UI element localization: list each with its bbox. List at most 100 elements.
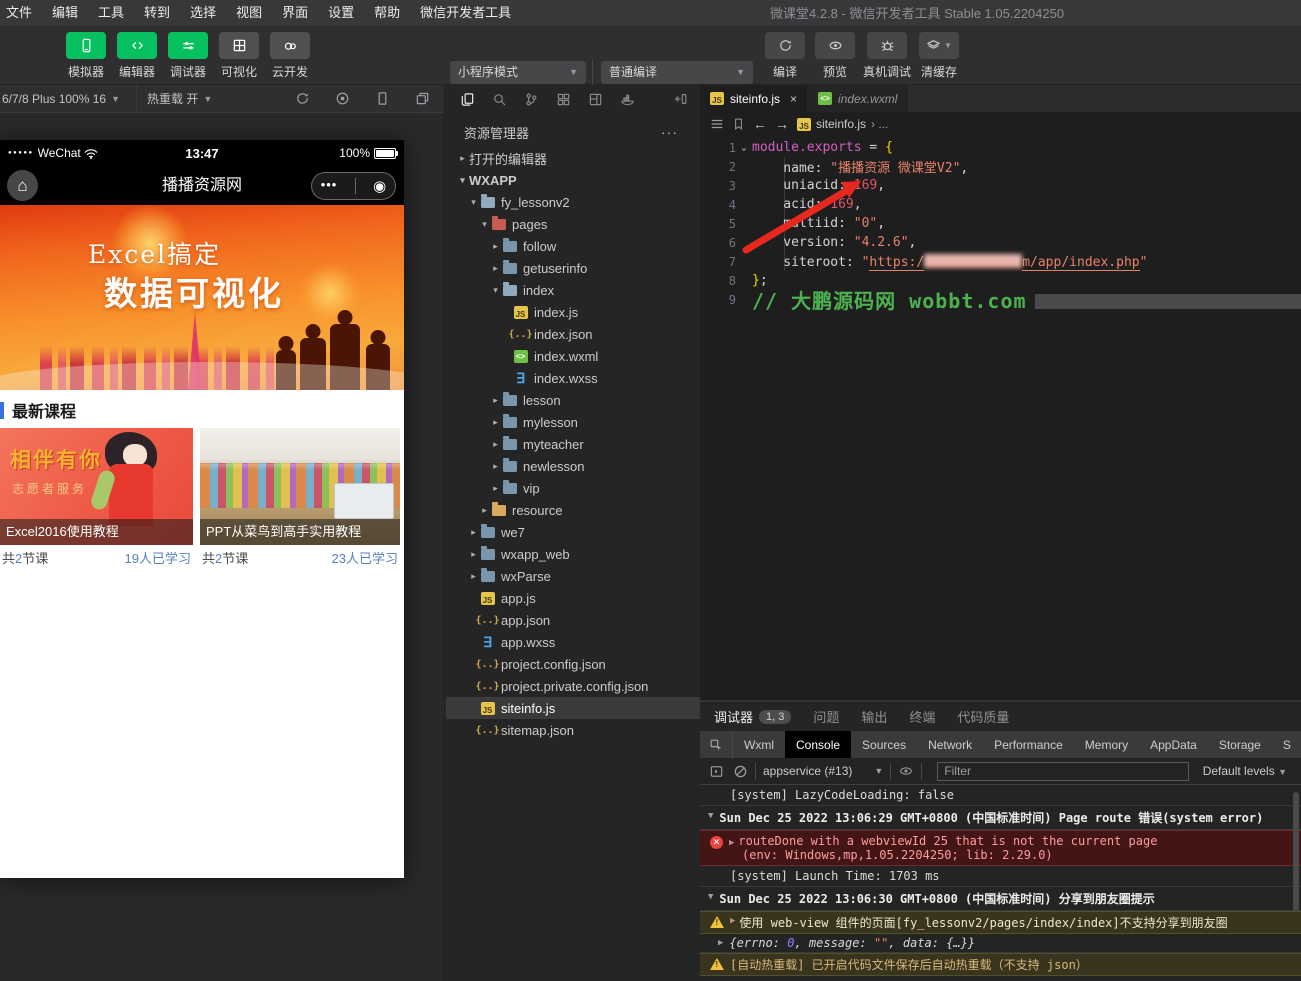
panel-tab-终端[interactable]: 终端 bbox=[909, 707, 935, 726]
action-button-真机调试[interactable]: 真机调试 bbox=[863, 32, 911, 80]
tree-item-getuserinfo[interactable]: ▸getuserinfo bbox=[446, 257, 700, 279]
log-group[interactable]: ▼Sun Dec 25 2022 13:06:30 GMT+0800 (中国标准… bbox=[700, 887, 1301, 911]
tree-item-project.config.json[interactable]: {..}project.config.json bbox=[446, 653, 700, 675]
log-group[interactable]: ▼Sun Dec 25 2022 13:06:29 GMT+0800 (中国标准… bbox=[700, 806, 1301, 830]
course-card[interactable]: PPT从菜鸟到高手实用教程 共2节课 23人已学习 bbox=[200, 428, 400, 569]
menu-item-设置[interactable]: 设置 bbox=[318, 0, 364, 26]
more-icon[interactable]: ••• bbox=[321, 177, 338, 192]
device-selector[interactable]: 6/7/8 Plus 100% 16 bbox=[2, 92, 106, 106]
back-icon[interactable]: ← bbox=[753, 116, 767, 132]
log-warning[interactable]: ▶使用 web-view 组件的页面[fy_lessonv2/pages/ind… bbox=[700, 911, 1301, 934]
panel-tab-代码质量[interactable]: 代码质量 bbox=[957, 707, 1009, 726]
menu-item-文件[interactable]: 文件 bbox=[0, 0, 42, 26]
outline-icon[interactable] bbox=[710, 117, 724, 131]
collapse-sidebar-icon[interactable] bbox=[674, 92, 688, 106]
panel-tab-输出[interactable]: 输出 bbox=[861, 707, 887, 726]
log-object[interactable]: ▶{errno: 0, message: "", data: {…}} bbox=[700, 934, 1301, 953]
menu-item-转到[interactable]: 转到 bbox=[134, 0, 180, 26]
code-area[interactable]: 1⌄module.exports = {2 name: "播播资源 微课堂V2"… bbox=[700, 138, 1301, 309]
menu-item-界面[interactable]: 界面 bbox=[272, 0, 318, 26]
course-card[interactable]: 相伴有你 志愿者服务 Excel2016使用教程 共2节课 19人已学习 bbox=[0, 428, 193, 569]
devtools-tab-Console[interactable]: Console bbox=[785, 731, 851, 758]
tree-item-app.wxss[interactable]: ∃app.wxss bbox=[446, 631, 700, 653]
menu-item-工具[interactable]: 工具 bbox=[88, 0, 134, 26]
tree-item-follow[interactable]: ▸follow bbox=[446, 235, 700, 257]
files-icon[interactable] bbox=[460, 92, 475, 107]
tree-item-we7[interactable]: ▸we7 bbox=[446, 521, 700, 543]
more-actions-icon[interactable]: ··· bbox=[661, 124, 678, 140]
menu-item-微信开发者工具[interactable]: 微信开发者工具 bbox=[410, 0, 521, 26]
tree-item-index[interactable]: ▾index bbox=[446, 279, 700, 301]
filter-input[interactable] bbox=[937, 762, 1189, 781]
mode-button-模拟器[interactable]: 模拟器 bbox=[64, 32, 108, 80]
search-icon[interactable] bbox=[492, 92, 507, 107]
tab-siteinfo.js[interactable]: JSsiteinfo.js× bbox=[700, 85, 808, 112]
tree-item-pages[interactable]: ▾pages bbox=[446, 213, 700, 235]
banner-image[interactable]: Excel搞定 数据可视化 bbox=[0, 205, 404, 390]
tree-item-wxapp_web[interactable]: ▸wxapp_web bbox=[446, 543, 700, 565]
exit-icon[interactable]: ◉ bbox=[373, 177, 386, 195]
mode-select[interactable]: 小程序模式 ▼ bbox=[450, 61, 586, 84]
menu-item-视图[interactable]: 视图 bbox=[226, 0, 272, 26]
tree-item-fy_lessonv2[interactable]: ▾fy_lessonv2 bbox=[446, 191, 700, 213]
devtools-tab-S[interactable]: S bbox=[1272, 731, 1301, 758]
layout-icon[interactable] bbox=[588, 92, 603, 107]
tree-item-wxParse[interactable]: ▸wxParse bbox=[446, 565, 700, 587]
console-scrollbar[interactable] bbox=[1293, 792, 1299, 912]
capsule-menu[interactable]: ••• ◉ bbox=[311, 172, 396, 200]
tree-item-index.wxml[interactable]: <>index.wxml bbox=[446, 345, 700, 367]
devtools-tab-Performance[interactable]: Performance bbox=[983, 731, 1074, 758]
tree-item-index.js[interactable]: JSindex.js bbox=[446, 301, 700, 323]
devtools-tab-Memory[interactable]: Memory bbox=[1074, 731, 1139, 758]
whale-icon[interactable] bbox=[620, 92, 635, 107]
tree-item-app.json[interactable]: {..}app.json bbox=[446, 609, 700, 631]
tab-index.wxml[interactable]: <>index.wxml bbox=[808, 85, 908, 112]
devtools-tab-Wxml[interactable]: Wxml bbox=[733, 731, 785, 758]
branch-icon[interactable] bbox=[524, 92, 539, 107]
tree-item-resource[interactable]: ▸resource bbox=[446, 499, 700, 521]
bookmark-icon[interactable] bbox=[732, 117, 745, 131]
tree-item-app.js[interactable]: JSapp.js bbox=[446, 587, 700, 609]
hot-reload-toggle[interactable]: 热重载 开 bbox=[147, 90, 198, 107]
devtools-tab-AppData[interactable]: AppData bbox=[1139, 731, 1208, 758]
tree-item-vip[interactable]: ▸vip bbox=[446, 477, 700, 499]
action-button-清缓存[interactable]: ▼清缓存 bbox=[917, 32, 961, 80]
log-error[interactable]: ✕▶routeDone with a webviewId 25 that is … bbox=[700, 830, 1301, 866]
menu-item-选择[interactable]: 选择 bbox=[180, 0, 226, 26]
tree-item-index.json[interactable]: {..}index.json bbox=[446, 323, 700, 345]
tree-item-newlesson[interactable]: ▸newlesson bbox=[446, 455, 700, 477]
tree-item-project.private.config.json[interactable]: {..}project.private.config.json bbox=[446, 675, 700, 697]
blocks-icon[interactable] bbox=[556, 92, 571, 107]
tree-item-打开的编辑器[interactable]: ▸打开的编辑器 bbox=[446, 147, 700, 169]
eye-icon[interactable] bbox=[898, 764, 914, 778]
tree-item-siteinfo.js[interactable]: JSsiteinfo.js bbox=[446, 697, 700, 719]
tree-item-WXAPP[interactable]: ▾WXAPP bbox=[446, 169, 700, 191]
sidebar-toggle-icon[interactable] bbox=[709, 764, 724, 779]
inspect-element-icon[interactable] bbox=[700, 731, 733, 758]
panel-tab-调试器[interactable]: 调试器1, 3 bbox=[714, 707, 791, 726]
tree-item-lesson[interactable]: ▸lesson bbox=[446, 389, 700, 411]
record-icon[interactable] bbox=[335, 91, 350, 106]
log-levels-select[interactable]: Default levels ▼ bbox=[1203, 764, 1287, 778]
menu-item-帮助[interactable]: 帮助 bbox=[364, 0, 410, 26]
devtools-tab-Sources[interactable]: Sources bbox=[851, 731, 917, 758]
action-button-编译[interactable]: 编译 bbox=[763, 32, 807, 80]
mode-button-可视化[interactable]: 可视化 bbox=[217, 32, 261, 80]
devtools-tab-Network[interactable]: Network bbox=[917, 731, 983, 758]
panel-tab-问题[interactable]: 问题 bbox=[813, 707, 839, 726]
devtools-tab-Storage[interactable]: Storage bbox=[1208, 731, 1272, 758]
tree-item-mylesson[interactable]: ▸mylesson bbox=[446, 411, 700, 433]
forward-icon[interactable]: → bbox=[775, 116, 789, 132]
tree-item-index.wxss[interactable]: ∃index.wxss bbox=[446, 367, 700, 389]
refresh-icon[interactable] bbox=[295, 91, 310, 106]
console-prompt[interactable]: › bbox=[700, 976, 1301, 981]
mode-button-调试器[interactable]: 调试器 bbox=[166, 32, 210, 80]
breadcrumb-file[interactable]: JS siteinfo.js › ... bbox=[797, 117, 888, 131]
clear-console-icon[interactable] bbox=[733, 764, 748, 779]
tree-item-myteacher[interactable]: ▸myteacher bbox=[446, 433, 700, 455]
phoneo-icon[interactable] bbox=[375, 91, 390, 106]
compile-select[interactable]: 普通编译 ▼ bbox=[601, 61, 753, 84]
fold-icon[interactable]: ⌄ bbox=[736, 143, 752, 153]
windows-icon[interactable] bbox=[415, 91, 430, 106]
context-select[interactable]: appservice (#13) ▼ bbox=[763, 764, 883, 778]
